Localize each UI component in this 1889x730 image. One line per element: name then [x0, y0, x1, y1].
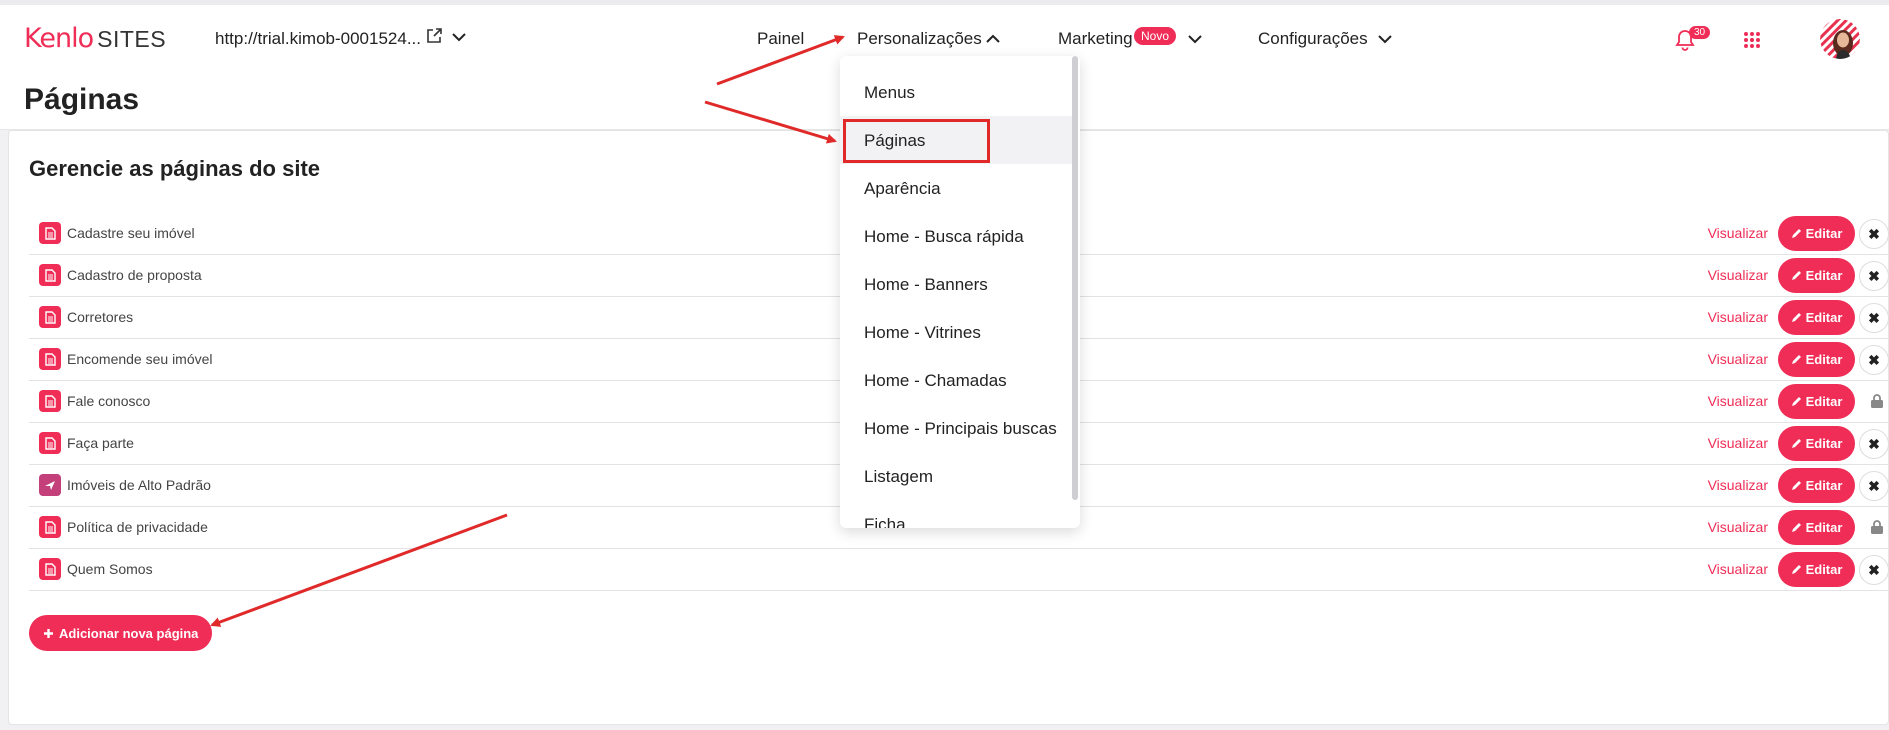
edit-page-button[interactable]: Editar	[1778, 384, 1855, 419]
dropdown-scrollbar[interactable]	[1072, 56, 1078, 500]
page-name: Política de privacidade	[67, 519, 208, 535]
pencil-icon	[1791, 523, 1801, 532]
delete-page-button[interactable]: ✖	[1859, 303, 1889, 333]
delete-page-button[interactable]: ✖	[1859, 219, 1889, 249]
page-name: Cadastro de proposta	[67, 267, 202, 283]
view-page-link[interactable]: Visualizar	[1708, 519, 1768, 535]
delete-page-button[interactable]: ✖	[1859, 261, 1889, 291]
pencil-icon	[1791, 271, 1801, 280]
view-page-link[interactable]: Visualizar	[1708, 351, 1768, 367]
edit-label: Editar	[1805, 436, 1843, 451]
document-icon	[39, 306, 61, 328]
pencil-icon	[1791, 565, 1801, 574]
annotation-highlight-box	[843, 119, 990, 163]
chevron-down-icon[interactable]	[1187, 33, 1203, 45]
edit-label: Editar	[1805, 478, 1843, 493]
pencil-icon	[1791, 397, 1801, 406]
card-title: Gerencie as páginas do site	[29, 156, 321, 181]
edit-label: Editar	[1805, 520, 1843, 535]
view-page-link[interactable]: Visualizar	[1708, 393, 1768, 409]
view-page-link[interactable]: Visualizar	[1708, 309, 1768, 325]
novo-badge: Novo	[1134, 27, 1177, 45]
delete-page-button[interactable]: ✖	[1859, 555, 1889, 585]
edit-label: Editar	[1805, 352, 1843, 367]
logo-kenlo-text: Kenlo	[24, 23, 94, 54]
logo-sites-text: SITES	[97, 26, 167, 52]
dropdown-item-home-chamadas[interactable]: Home - Chamadas	[864, 371, 1007, 391]
delete-page-button[interactable]: ✖	[1859, 345, 1889, 375]
pencil-icon	[1791, 313, 1801, 322]
dropdown-item-home-banners[interactable]: Home - Banners	[864, 275, 988, 295]
lock-icon	[1871, 394, 1883, 408]
nav-marketing[interactable]: Marketing	[1058, 29, 1133, 49]
page-name: Imóveis de Alto Padrão	[67, 477, 211, 493]
dropdown-item-aparencia[interactable]: Aparência	[864, 179, 941, 199]
view-page-link[interactable]: Visualizar	[1708, 477, 1768, 493]
edit-label: Editar	[1805, 562, 1843, 577]
kenlo-sites-logo[interactable]: Kenlo SITES	[24, 23, 167, 54]
dropdown-item-home-principais-buscas[interactable]: Home - Principais buscas	[864, 419, 1057, 439]
dropdown-item-ficha[interactable]: Ficha	[864, 515, 906, 528]
nav-configuracoes[interactable]: Configurações	[1258, 29, 1368, 49]
dropdown-item-home-vitrines[interactable]: Home - Vitrines	[864, 323, 981, 343]
external-link-icon[interactable]	[425, 27, 443, 45]
document-icon	[39, 432, 61, 454]
page-name: Quem Somos	[67, 561, 153, 577]
notification-count-badge: 30	[1689, 26, 1711, 39]
page-name: Corretores	[67, 309, 134, 325]
chevron-down-icon[interactable]	[451, 31, 467, 43]
page-name: Cadastre seu imóvel	[67, 225, 195, 241]
nav-personalizacoes[interactable]: Personalizações	[857, 29, 982, 49]
site-url[interactable]: http://trial.kimob-0001524...	[215, 29, 421, 49]
edit-page-button[interactable]: Editar	[1778, 342, 1855, 377]
pencil-icon	[1791, 355, 1801, 364]
view-page-link[interactable]: Visualizar	[1708, 225, 1768, 241]
view-page-link[interactable]: Visualizar	[1708, 561, 1768, 577]
page-name: Faça parte	[67, 435, 134, 451]
document-icon	[39, 222, 61, 244]
nav-painel[interactable]: Painel	[757, 29, 804, 49]
document-icon	[39, 558, 61, 580]
apps-grid-icon[interactable]	[1743, 31, 1761, 49]
pencil-icon	[1791, 481, 1801, 490]
edit-page-button[interactable]: Editar	[1778, 216, 1855, 251]
view-page-link[interactable]: Visualizar	[1708, 435, 1768, 451]
chevron-up-icon[interactable]	[985, 33, 1001, 45]
pencil-icon	[1791, 439, 1801, 448]
edit-page-button[interactable]: Editar	[1778, 468, 1855, 503]
edit-page-button[interactable]: Editar	[1778, 426, 1855, 461]
lock-icon	[1871, 520, 1883, 534]
plane-icon	[39, 474, 61, 496]
dropdown-item-listagem[interactable]: Listagem	[864, 467, 933, 487]
user-avatar[interactable]	[1820, 19, 1860, 59]
page-title: Páginas	[24, 83, 140, 116]
page-name: Encomende seu imóvel	[67, 351, 213, 367]
view-page-link[interactable]: Visualizar	[1708, 267, 1768, 283]
edit-page-button[interactable]: Editar	[1778, 258, 1855, 293]
document-icon	[39, 264, 61, 286]
plus-icon	[44, 628, 53, 638]
document-icon	[39, 390, 61, 412]
add-page-button[interactable]: Adicionar nova página	[29, 615, 213, 651]
pencil-icon	[1791, 229, 1801, 238]
edit-page-button[interactable]: Editar	[1778, 552, 1855, 587]
document-icon	[39, 348, 61, 370]
edit-label: Editar	[1805, 394, 1843, 409]
document-icon	[39, 516, 61, 538]
delete-page-button[interactable]: ✖	[1859, 429, 1889, 459]
edit-label: Editar	[1805, 268, 1843, 283]
add-page-label: Adicionar nova página	[59, 625, 199, 641]
edit-page-button[interactable]: Editar	[1778, 510, 1855, 545]
page-row: Quem Somos Visualizar Editar ✖	[29, 549, 1889, 591]
delete-page-button[interactable]: ✖	[1859, 471, 1889, 501]
chevron-down-icon[interactable]	[1377, 33, 1393, 45]
edit-page-button[interactable]: Editar	[1778, 300, 1855, 335]
dropdown-item-home-busca-rapida[interactable]: Home - Busca rápida	[864, 227, 1024, 247]
edit-label: Editar	[1805, 310, 1843, 325]
edit-label: Editar	[1805, 226, 1843, 241]
page-name: Fale conosco	[67, 393, 151, 409]
dropdown-item-menus[interactable]: Menus	[864, 83, 915, 103]
